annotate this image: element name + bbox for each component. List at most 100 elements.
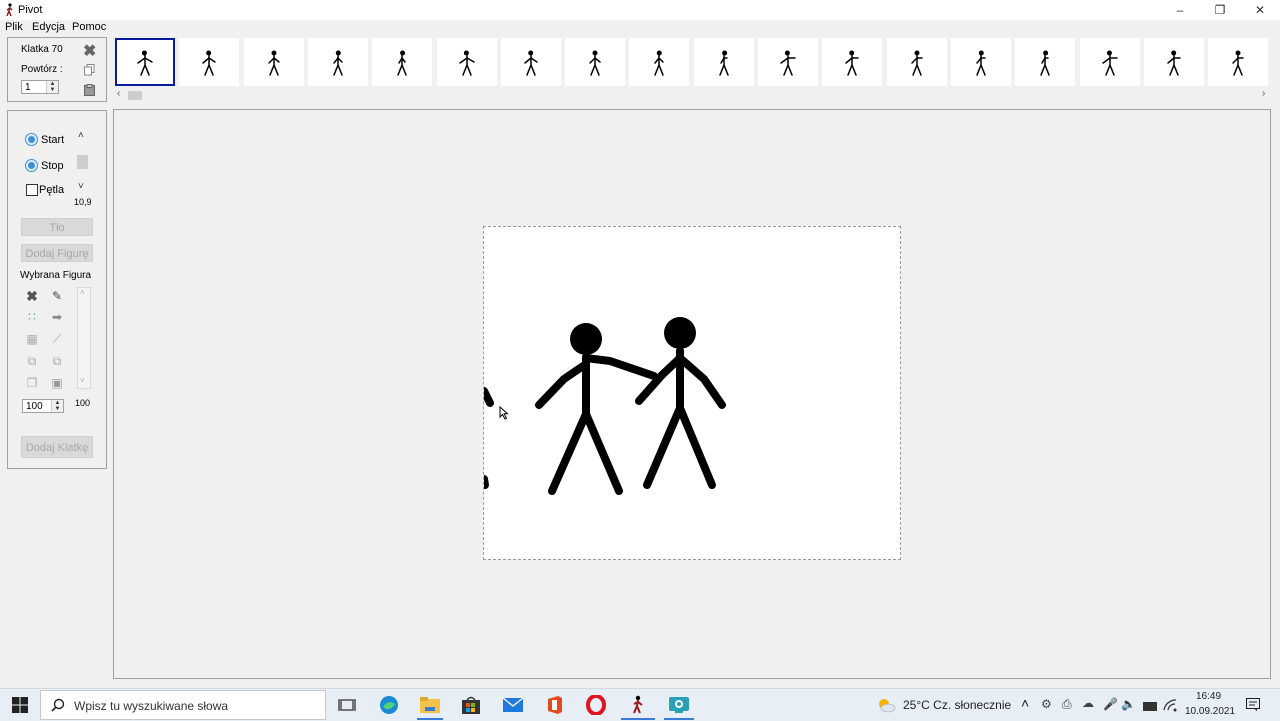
frame-thumbnail[interactable]	[1079, 38, 1140, 86]
frame-thumbnail[interactable]	[179, 38, 240, 86]
frame-stick-figure	[202, 50, 217, 76]
weather-text[interactable]: 25°C Cz. słonecznie	[903, 698, 1011, 712]
figure-scale-slider[interactable]: ˄ ˅	[77, 287, 91, 389]
notifications-icon[interactable]	[1246, 698, 1260, 711]
frame-thumbnail[interactable]	[629, 38, 690, 86]
file-explorer-icon[interactable]	[419, 695, 441, 715]
scroll-left-icon[interactable]: ‹	[117, 88, 120, 99]
add-frame-button[interactable]: Dodaj Klatkę	[21, 436, 93, 458]
task-view-icon[interactable]	[336, 695, 358, 715]
menu-edit[interactable]: Edycja	[32, 21, 65, 33]
opera-icon[interactable]	[585, 695, 607, 715]
frame-thumbnail[interactable]	[950, 38, 1011, 86]
screen-recorder-icon[interactable]	[668, 695, 690, 715]
figure-scale-stepper[interactable]: 100 ▲ ▼	[22, 399, 64, 413]
start-button[interactable]: Start	[41, 134, 64, 146]
color-figure-icon[interactable]: ▦	[23, 331, 41, 347]
volume-icon[interactable]: 🔈	[1121, 697, 1136, 711]
stop-icon[interactable]	[25, 159, 38, 172]
background-button[interactable]: Tło	[21, 218, 93, 236]
figure-scale-value: 100	[26, 401, 43, 412]
device-icon[interactable]: ⎙	[1062, 697, 1072, 712]
close-window-button[interactable]: ✕	[1240, 0, 1280, 20]
slider-down-icon[interactable]: ˅	[80, 376, 85, 385]
frame-thumbnail[interactable]	[115, 38, 175, 86]
windows-start-icon[interactable]	[12, 697, 28, 713]
frame-thumbnail[interactable]	[886, 38, 947, 86]
center-figure-icon[interactable]: ∷	[23, 309, 41, 325]
scroll-right-icon[interactable]: ›	[1262, 88, 1265, 99]
microphone-icon[interactable]: 🎤	[1103, 697, 1118, 711]
menu-file[interactable]: Plik	[5, 21, 23, 33]
frame-thumbnail[interactable]	[1208, 38, 1269, 86]
stepper-arrows-icon[interactable]: ▲ ▼	[46, 81, 58, 93]
menu-help[interactable]: Pomoc	[72, 21, 106, 33]
frame-thumbnail[interactable]	[372, 38, 433, 86]
slider-up-icon[interactable]: ˄	[80, 288, 85, 297]
restore-button[interactable]: ❐	[1200, 0, 1240, 20]
frame-thumbnail[interactable]	[693, 38, 754, 86]
scale-stepper-arrows-icon[interactable]: ▲ ▼	[51, 400, 63, 412]
frame-thumbnail[interactable]	[500, 38, 561, 86]
frame-thumbnail[interactable]	[1143, 38, 1204, 86]
tray-chevron-icon[interactable]: ˄	[1021, 695, 1029, 711]
copy-frame-icon[interactable]	[84, 64, 95, 76]
frame-stick-figure	[718, 50, 729, 76]
start-icon[interactable]	[25, 133, 38, 146]
menu-bar: Plik Edycja Pomoc	[0, 20, 1280, 35]
repeat-stepper[interactable]: 1 ▲ ▼	[21, 80, 59, 94]
paste-frame-icon[interactable]	[84, 84, 96, 96]
figure-1-head	[570, 323, 602, 355]
paste-figure-icon[interactable]: ▣	[48, 375, 66, 391]
frame-thumbnail[interactable]	[243, 38, 304, 86]
flip-figure-icon[interactable]: ➡	[48, 309, 66, 325]
join-figure-icon[interactable]: ⟋	[48, 331, 66, 347]
repeat-label: Powtórz :	[21, 64, 63, 75]
figure-2-head	[664, 317, 696, 349]
scrollbar-thumb[interactable]	[128, 91, 142, 100]
speed-down-icon[interactable]: ˅	[78, 181, 84, 192]
delete-figure-icon[interactable]: ✖	[23, 288, 41, 304]
pivot-taskbar-icon[interactable]	[627, 695, 649, 715]
wifi-icon[interactable]	[1163, 698, 1177, 712]
stop-button[interactable]: Stop	[41, 160, 64, 172]
frame-thumbnail[interactable]	[822, 38, 883, 86]
send-back-icon[interactable]: ⧉	[23, 353, 41, 369]
office-icon[interactable]	[544, 695, 566, 715]
search-placeholder: Wpisz tu wyszukiwane słowa	[74, 699, 229, 713]
weather-icon[interactable]	[876, 696, 896, 714]
frames-scrollbar[interactable]: ‹ ›	[113, 88, 1271, 102]
frame-thumbnail[interactable]	[758, 38, 818, 86]
clock-date[interactable]: 10.09.2021	[1185, 706, 1235, 717]
frame-thumbnail[interactable]	[307, 38, 368, 86]
delete-frame-icon[interactable]: ✖	[83, 41, 96, 61]
cloud-icon[interactable]: ☁	[1082, 696, 1094, 710]
frame-thumbnail[interactable]	[1015, 38, 1076, 86]
loop-checkbox[interactable]	[26, 184, 38, 196]
frame-stick-figure	[137, 50, 153, 76]
store-icon[interactable]	[460, 695, 482, 715]
frame-stick-figure	[267, 50, 280, 76]
mouse-cursor-icon	[499, 406, 509, 420]
copy-figure-icon[interactable]: ❐	[23, 375, 41, 391]
frame-stick-figure	[1101, 50, 1118, 76]
edit-figure-icon[interactable]: ✎	[48, 288, 66, 304]
frame-stick-figure	[1167, 50, 1181, 76]
taskbar-search[interactable]: Wpisz tu wyszukiwane słowa	[40, 690, 326, 720]
speed-up-icon[interactable]: ˄	[78, 130, 84, 141]
add-figure-button[interactable]: Dodaj Figurę	[21, 244, 93, 262]
frame-stick-figure	[1040, 50, 1050, 76]
minimize-button[interactable]: –	[1160, 0, 1200, 20]
speed-slider-thumb[interactable]	[77, 155, 88, 169]
clock-time[interactable]: 16:49	[1196, 691, 1221, 702]
frame-stick-figure	[589, 50, 601, 76]
edge-browser-icon[interactable]	[378, 695, 400, 715]
animation-canvas[interactable]	[483, 226, 901, 560]
battery-icon[interactable]	[1143, 702, 1157, 711]
frame-thumbnail[interactable]	[436, 38, 497, 86]
frame-thumbnail[interactable]	[565, 38, 626, 86]
pivot-app-icon	[6, 3, 13, 17]
settings-gear-icon[interactable]: ⚙	[1041, 697, 1052, 711]
bring-front-icon[interactable]: ⧉	[48, 353, 66, 369]
mail-icon[interactable]	[502, 695, 524, 715]
